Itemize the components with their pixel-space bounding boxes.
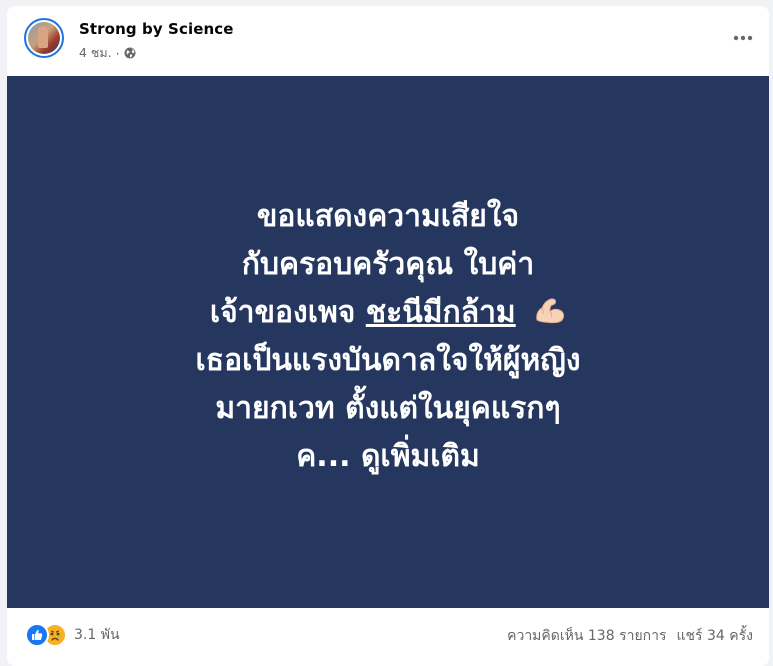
post-text-line-2: กับครอบครัวคุณ ใบค่า xyxy=(241,247,535,282)
post-text-line-4: เธอเป็นแรงบันดาลใจให้ผู้หญิง xyxy=(195,343,581,378)
post-card: Strong by Science 4 ชม. · ขอแสดงความเสีย… xyxy=(7,6,769,666)
post-text-line-6: ค... ดูเพิ่มเติม xyxy=(196,433,581,481)
post-text-line-5: มายกเวท ตั้งแต่ในยุคแรกๆ xyxy=(215,391,561,426)
globe-icon[interactable] xyxy=(124,47,136,59)
post-background: ขอแสดงความเสียใจ กับครอบครัวคุณ ใบค่า เจ… xyxy=(7,76,769,608)
page-name-link[interactable]: Strong by Science xyxy=(79,20,234,38)
share-count-link[interactable]: แชร์ 34 ครั้ง xyxy=(677,625,753,647)
engagement-stats: ความคิดเห็น 138 รายการ แชร์ 34 ครั้ง xyxy=(507,625,753,647)
meta-separator: · xyxy=(115,45,120,61)
avatar-figure xyxy=(38,26,48,48)
reaction-count: 3.1 พัน xyxy=(74,627,120,643)
more-options-button[interactable] xyxy=(731,26,755,50)
post-text-line-3-lead: เจ้าของเพจ xyxy=(209,295,356,330)
page-avatar[interactable] xyxy=(24,18,64,58)
flexed-biceps-icon xyxy=(536,298,565,324)
post-text: ขอแสดงความเสียใจ กับครอบครัวคุณ ใบค่า เจ… xyxy=(196,193,581,481)
post-header: Strong by Science 4 ชม. · xyxy=(7,6,769,76)
more-horizontal-icon xyxy=(733,35,753,41)
mention-link[interactable]: ชะนีมีกล้าม xyxy=(366,295,516,330)
post-text-line-1: ขอแสดงความเสียใจ xyxy=(256,199,520,234)
post-text-truncated: ค... xyxy=(296,439,351,474)
comment-count-link[interactable]: ความคิดเห็น 138 รายการ xyxy=(507,625,666,647)
post-timestamp[interactable]: 4 ชม. xyxy=(79,43,112,63)
see-more-link[interactable]: ดูเพิ่มเติม xyxy=(361,439,480,474)
like-icon xyxy=(25,623,49,647)
post-footer: 3.1 พัน ความคิดเห็น 138 รายการ แชร์ 34 ค… xyxy=(7,608,769,663)
reactions-summary[interactable]: 3.1 พัน xyxy=(25,623,120,647)
post-text-line-3: เจ้าของเพจ ชะนีมีกล้าม xyxy=(196,289,581,337)
stats-gap xyxy=(667,625,677,647)
post-meta: 4 ชม. · xyxy=(79,43,136,63)
